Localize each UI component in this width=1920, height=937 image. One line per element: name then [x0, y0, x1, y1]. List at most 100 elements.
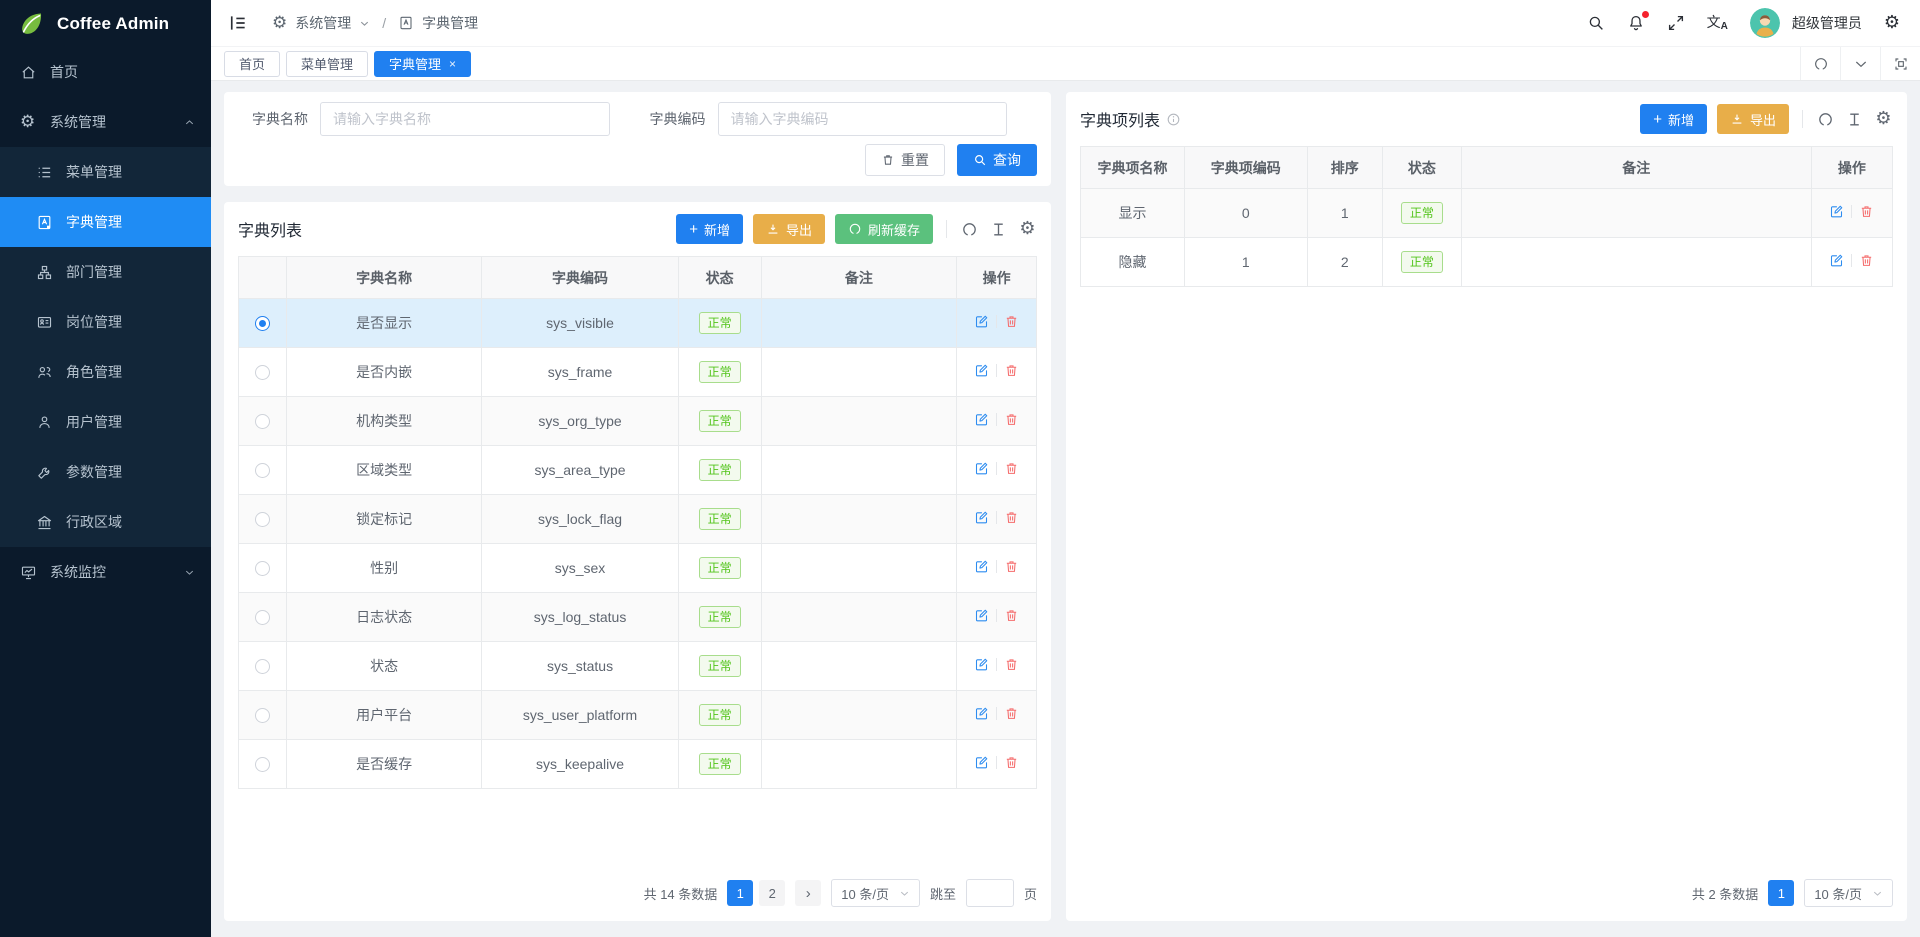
notification-bell-icon[interactable]: [1627, 14, 1645, 32]
table-row[interactable]: 锁定标记 sys_lock_flag 正常: [239, 495, 1037, 544]
edit-icon[interactable]: [974, 608, 989, 623]
sidebar: Coffee Admin 首页 ⚙ 系统管理 菜单管理 字典管理: [0, 0, 211, 937]
delete-icon[interactable]: [1004, 363, 1019, 378]
table-row[interactable]: 用户平台 sys_user_platform 正常: [239, 691, 1037, 740]
delete-icon[interactable]: [1004, 510, 1019, 525]
app-title: Coffee Admin: [57, 14, 169, 34]
page-size-select[interactable]: 10 条/页: [831, 879, 920, 907]
export-dict-item-button[interactable]: 导出: [1717, 104, 1789, 134]
row-radio[interactable]: [255, 561, 270, 576]
status-badge: 正常: [699, 704, 741, 726]
row-radio[interactable]: [255, 659, 270, 674]
export-dict-button[interactable]: 导出: [753, 214, 825, 244]
page-button[interactable]: 1: [727, 880, 753, 906]
current-user-name[interactable]: 超级管理员: [1792, 13, 1862, 33]
edit-icon[interactable]: [974, 461, 989, 476]
sidebar-item-dict-mgmt[interactable]: 字典管理: [0, 197, 211, 247]
add-dict-item-button[interactable]: + 新增: [1640, 104, 1707, 134]
table-row[interactable]: 显示 0 1 正常: [1081, 189, 1893, 238]
edit-icon[interactable]: [974, 706, 989, 721]
row-radio[interactable]: [255, 463, 270, 478]
edit-icon[interactable]: [1829, 253, 1844, 268]
remark-cell: [761, 397, 957, 446]
delete-icon[interactable]: [1004, 559, 1019, 574]
refresh-table-icon[interactable]: [960, 220, 979, 239]
delete-icon[interactable]: [1004, 314, 1019, 329]
query-button[interactable]: 查询: [957, 144, 1037, 176]
avatar[interactable]: [1750, 8, 1780, 38]
edit-icon[interactable]: [974, 363, 989, 378]
delete-icon[interactable]: [1004, 657, 1019, 672]
tab[interactable]: 首页 ×: [224, 51, 280, 77]
row-radio[interactable]: [255, 316, 270, 331]
sidebar-item-dept-mgmt[interactable]: 部门管理: [0, 247, 211, 297]
edit-icon[interactable]: [974, 314, 989, 329]
sidebar-item-home[interactable]: 首页: [0, 47, 211, 97]
delete-icon[interactable]: [1004, 461, 1019, 476]
row-height-icon[interactable]: [989, 220, 1008, 239]
row-radio[interactable]: [255, 708, 270, 723]
page-button[interactable]: 2: [759, 880, 785, 906]
row-radio[interactable]: [255, 414, 270, 429]
table-row[interactable]: 状态 sys_status 正常: [239, 642, 1037, 691]
row-radio[interactable]: [255, 512, 270, 527]
sidebar-item-admin-area[interactable]: 行政区域: [0, 497, 211, 547]
sidebar-item-system[interactable]: ⚙ 系统管理: [0, 97, 211, 147]
page-size-select[interactable]: 10 条/页: [1804, 879, 1893, 907]
fullscreen-icon[interactable]: [1667, 14, 1685, 32]
table-row[interactable]: 是否显示 sys_visible 正常: [239, 299, 1037, 348]
table-row[interactable]: 性别 sys_sex 正常: [239, 544, 1037, 593]
tab-options-chevron-icon[interactable]: [1840, 47, 1880, 80]
table-row[interactable]: 日志状态 sys_log_status 正常: [239, 593, 1037, 642]
search-icon[interactable]: [1587, 14, 1605, 32]
delete-icon[interactable]: [1004, 755, 1019, 770]
delete-icon[interactable]: [1859, 253, 1874, 268]
row-height-icon[interactable]: [1845, 110, 1864, 129]
dict-code-input[interactable]: [718, 102, 1008, 136]
sidebar-item-menu-mgmt[interactable]: 菜单管理: [0, 147, 211, 197]
jump-page-input[interactable]: [966, 879, 1014, 907]
delete-icon[interactable]: [1004, 706, 1019, 721]
maximize-content-icon[interactable]: [1880, 47, 1920, 80]
next-page-button[interactable]: ›: [795, 880, 821, 906]
sidebar-item-monitor[interactable]: 系统监控: [0, 547, 211, 597]
sidebar-item-post-mgmt[interactable]: 岗位管理: [0, 297, 211, 347]
table-row[interactable]: 是否缓存 sys_keepalive 正常: [239, 740, 1037, 789]
table-settings-icon[interactable]: ⚙: [1874, 110, 1893, 129]
add-dict-button[interactable]: + 新增: [676, 214, 743, 244]
delete-icon[interactable]: [1004, 608, 1019, 623]
refresh-cache-button[interactable]: 刷新缓存: [835, 214, 933, 244]
delete-icon[interactable]: [1859, 204, 1874, 219]
edit-icon[interactable]: [974, 657, 989, 672]
settings-gear-icon[interactable]: ⚙: [1884, 14, 1900, 32]
sidebar-item-user-mgmt[interactable]: 用户管理: [0, 397, 211, 447]
row-radio[interactable]: [255, 610, 270, 625]
refresh-table-icon[interactable]: [1816, 110, 1835, 129]
table-row[interactable]: 区域类型 sys_area_type 正常: [239, 446, 1037, 495]
breadcrumb-level2[interactable]: 字典管理: [422, 13, 478, 33]
sidebar-item-param-mgmt[interactable]: 参数管理: [0, 447, 211, 497]
row-radio[interactable]: [255, 757, 270, 772]
edit-icon[interactable]: [974, 559, 989, 574]
row-radio[interactable]: [255, 365, 270, 380]
table-row[interactable]: 隐藏 1 2 正常: [1081, 238, 1893, 287]
refresh-tab-icon[interactable]: [1800, 47, 1840, 80]
edit-icon[interactable]: [974, 510, 989, 525]
translate-icon[interactable]: 文A: [1707, 15, 1728, 32]
dict-name-input[interactable]: [320, 102, 610, 136]
sidebar-item-role-mgmt[interactable]: 角色管理: [0, 347, 211, 397]
edit-icon[interactable]: [974, 755, 989, 770]
table-row[interactable]: 机构类型 sys_org_type 正常: [239, 397, 1037, 446]
edit-icon[interactable]: [1829, 204, 1844, 219]
reset-button[interactable]: 重置: [865, 144, 945, 176]
close-icon[interactable]: ×: [449, 58, 456, 70]
table-row[interactable]: 是否内嵌 sys_frame 正常: [239, 348, 1037, 397]
tab[interactable]: 菜单管理 ×: [286, 51, 368, 77]
edit-icon[interactable]: [974, 412, 989, 427]
table-settings-icon[interactable]: ⚙: [1018, 220, 1037, 239]
page-button[interactable]: 1: [1768, 880, 1794, 906]
tab[interactable]: 字典管理 ×: [374, 51, 471, 77]
delete-icon[interactable]: [1004, 412, 1019, 427]
menu-fold-icon[interactable]: [228, 13, 248, 33]
breadcrumb-level1[interactable]: 系统管理: [295, 13, 351, 33]
